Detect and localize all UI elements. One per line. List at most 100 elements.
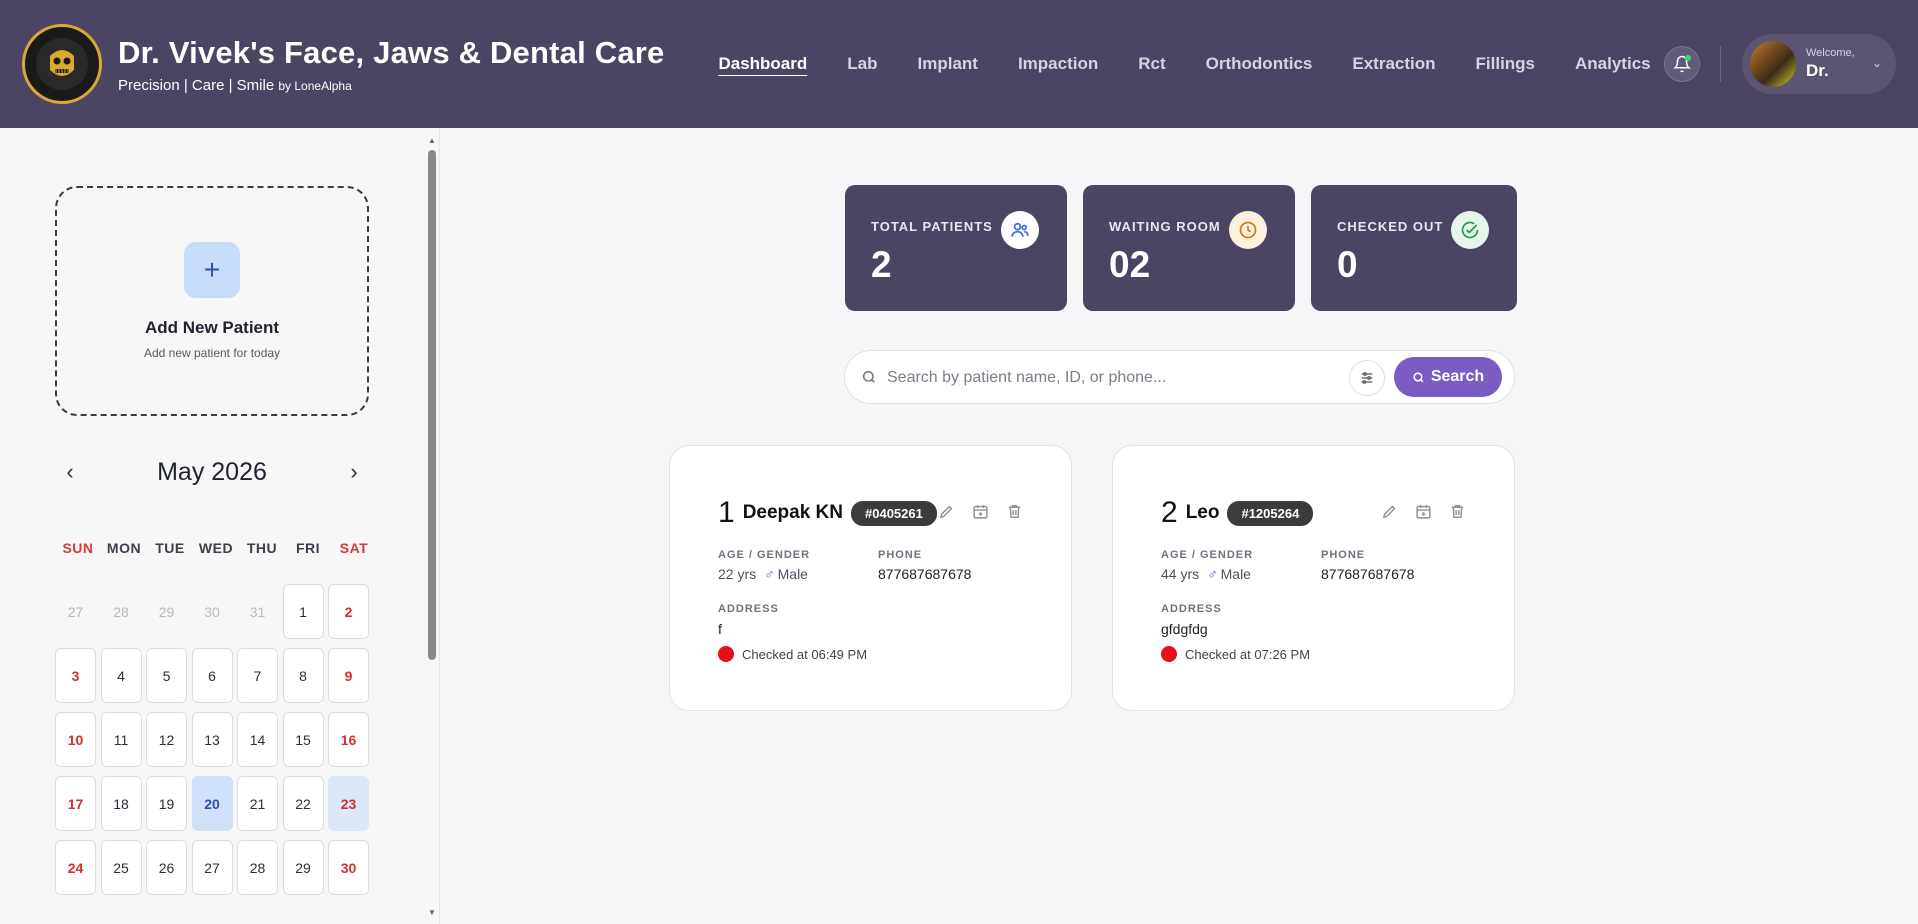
- search-button-label: Search: [1430, 368, 1485, 385]
- patient-gender: Male: [777, 566, 808, 582]
- calendar-day-outside: 29: [158, 603, 175, 620]
- check-circle-icon: [1451, 211, 1489, 249]
- patient-address: f: [718, 621, 722, 637]
- calendar-day[interactable]: 4: [100, 648, 142, 703]
- add-patient-card[interactable]: + Add New Patient Add new patient for to…: [55, 186, 369, 416]
- calendar-day[interactable]: 24: [55, 840, 96, 895]
- patient-status: Checked at 06:49 PM: [718, 646, 867, 662]
- sidebar-scrollbar[interactable]: ▲ ▼: [428, 136, 436, 920]
- weekday-tue: TUE: [155, 540, 185, 556]
- patient-address: gfdgfdg: [1161, 621, 1208, 637]
- scroll-down-arrow[interactable]: ▼: [428, 908, 436, 917]
- calendar-day[interactable]: 9: [328, 648, 369, 703]
- scroll-thumb[interactable]: [428, 150, 436, 660]
- nav-rct[interactable]: Rct: [1118, 54, 1185, 74]
- next-month-button[interactable]: ›: [339, 459, 369, 485]
- calendar-day[interactable]: 7: [237, 648, 278, 703]
- calendar-day[interactable]: 23: [328, 776, 369, 831]
- calendar-day[interactable]: 21: [237, 776, 278, 831]
- weekday-wed: WED: [198, 540, 234, 556]
- add-patient-subtitle: Add new patient for today: [143, 346, 281, 360]
- nav-fillings[interactable]: Fillings: [1456, 54, 1556, 74]
- nav-orthodontics[interactable]: Orthodontics: [1186, 54, 1333, 74]
- calendar-day[interactable]: 5: [146, 648, 187, 703]
- calendar-day[interactable]: 10: [55, 712, 96, 767]
- stat-checked-out: CHECKED OUT 0: [1311, 185, 1517, 311]
- calendar-day[interactable]: 20: [191, 776, 233, 831]
- calendar-day[interactable]: 22: [282, 776, 324, 831]
- clinic-title: Dr. Vivek's Face, Jaws & Dental Care: [118, 34, 665, 70]
- user-menu[interactable]: Welcome, Dr. ⌄: [1742, 34, 1896, 94]
- edit-button[interactable]: [936, 501, 956, 521]
- prev-month-button[interactable]: ‹: [55, 459, 85, 485]
- patient-actions: [1379, 501, 1467, 521]
- calendar-day[interactable]: 26: [146, 840, 187, 895]
- calendar-day[interactable]: 13: [191, 712, 233, 767]
- male-icon: ♂: [764, 566, 775, 582]
- weekday-sun: SUN: [62, 540, 94, 556]
- nav-lab[interactable]: Lab: [827, 54, 897, 74]
- calendar-day[interactable]: 25: [100, 840, 142, 895]
- age-gender-label: AGE / GENDER: [1161, 549, 1254, 561]
- calendar-day[interactable]: 3: [55, 648, 96, 703]
- nav-analytics[interactable]: Analytics: [1555, 54, 1671, 74]
- patient-name: Leo: [1185, 502, 1220, 523]
- scroll-up-arrow[interactable]: ▲: [428, 136, 436, 145]
- calendar-day[interactable]: 12: [146, 712, 187, 767]
- calendar-day[interactable]: 28: [237, 840, 278, 895]
- user-name: Dr.: [1806, 61, 1829, 80]
- stat-label: WAITING ROOM: [1109, 219, 1221, 234]
- patient-age: 44 yrs: [1161, 566, 1200, 582]
- calendar-day[interactable]: 8: [282, 648, 324, 703]
- calendar-day[interactable]: 2: [328, 584, 369, 639]
- calendar-day[interactable]: 16: [328, 712, 369, 767]
- stat-value: 2: [871, 244, 892, 285]
- calendar-day[interactable]: 18: [100, 776, 142, 831]
- notifications-button[interactable]: [1664, 46, 1700, 82]
- calendar-weekdays: SUN MON TUE WED THU FRI SAT: [55, 540, 369, 556]
- nav-implant[interactable]: Implant: [898, 54, 998, 74]
- stat-label: CHECKED OUT: [1337, 219, 1444, 234]
- edit-button[interactable]: [1379, 501, 1399, 521]
- calendar-day[interactable]: 15: [282, 712, 324, 767]
- byline: by LoneAlpha: [278, 78, 352, 93]
- main-nav: Dashboard Lab Implant Impaction Rct Orth…: [698, 54, 1670, 74]
- clock-icon: [1229, 211, 1267, 249]
- nav-extraction[interactable]: Extraction: [1332, 54, 1455, 74]
- calendar-day[interactable]: 6: [191, 648, 233, 703]
- patient-number: 2: [1161, 496, 1178, 529]
- calendar-plus-icon: [1415, 504, 1431, 519]
- avatar: [1750, 41, 1796, 87]
- calendar-day[interactable]: 27: [191, 840, 233, 895]
- add-patient-title: Add New Patient: [144, 318, 280, 337]
- patient-actions: [936, 501, 1024, 521]
- calendar-day[interactable]: 29: [282, 840, 324, 895]
- clinic-subtitle: Precision | Care | Smile by LoneAlpha: [118, 77, 664, 94]
- search-button[interactable]: Search: [1394, 357, 1502, 397]
- calendar-day[interactable]: 17: [55, 776, 96, 831]
- nav-dashboard[interactable]: Dashboard: [698, 54, 827, 74]
- calendar-day[interactable]: 11: [100, 712, 142, 767]
- delete-button[interactable]: [1004, 501, 1024, 521]
- header-divider: [1720, 46, 1721, 82]
- welcome-text: Welcome,: [1806, 47, 1855, 59]
- delete-button[interactable]: [1447, 501, 1467, 521]
- calendar-day[interactable]: 19: [146, 776, 187, 831]
- calendar-day[interactable]: 1: [282, 584, 324, 639]
- patient-card[interactable]: 2 Leo #1205264 AGE / GENDER 44 yrs ♂ Male …: [1112, 445, 1515, 711]
- pencil-icon: [939, 505, 952, 518]
- schedule-button[interactable]: [970, 501, 990, 521]
- phone-label: PHONE: [878, 549, 923, 561]
- calendar-day[interactable]: 14: [237, 712, 278, 767]
- patient-card[interactable]: 1 Deepak KN #0405261 AGE / GENDER 22 yrs…: [669, 445, 1072, 711]
- patient-phone: 877687687678: [1321, 566, 1415, 582]
- calendar-month: May 2026: [157, 457, 267, 486]
- stat-waiting-room: WAITING ROOM 02: [1083, 185, 1295, 311]
- nav-impaction[interactable]: Impaction: [998, 54, 1118, 74]
- status-dot: [718, 646, 734, 662]
- filter-button[interactable]: [1349, 360, 1385, 396]
- age-gender-value: 22 yrs ♂ Male: [718, 566, 808, 582]
- calendar-day[interactable]: 30: [328, 840, 369, 895]
- schedule-button[interactable]: [1413, 501, 1433, 521]
- search-input[interactable]: [887, 363, 1287, 393]
